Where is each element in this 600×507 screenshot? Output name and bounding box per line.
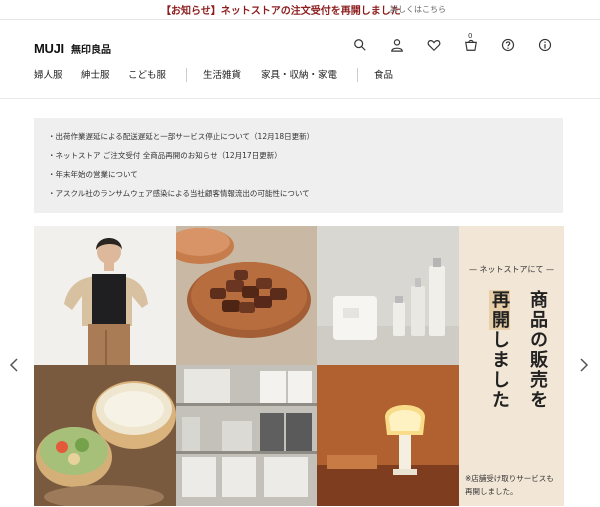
promo-text-part: 商品の [527, 290, 548, 350]
promo-headline: 商品の販売を 再開しました [475, 290, 551, 462]
hero-photo-apparel [34, 226, 176, 365]
nav-item-household[interactable]: 生活雑貨 [203, 67, 241, 81]
hero-photo-skincare [317, 226, 459, 365]
promo-panel[interactable]: — ネットストアにて — 商品の販売を 再開しました ※店舗受け取りサービスも再… [459, 226, 564, 506]
promo-headline-line1: 商品の販売を [523, 290, 551, 410]
promo-subtitle-text: ネットストアにて [479, 265, 544, 274]
heart-icon[interactable] [426, 37, 442, 53]
help-icon[interactable] [500, 37, 516, 53]
hero-photo-sweets [176, 226, 317, 365]
promo-text-part: しました [489, 330, 510, 410]
news-box: 出荷作業遅延による配送遅延と一部サービス停止について（12月18日更新） ネット… [34, 118, 563, 213]
nav-item-womens[interactable]: 婦人服 [34, 67, 63, 81]
nav-divider [186, 68, 187, 82]
notice-details-link[interactable]: 詳しくはこちら [390, 4, 446, 15]
site-header: MUJI 無印良品 0 婦人服 紳士服 こども服 生活雑貨 家具・収納・家電 食 [0, 21, 600, 99]
promo-note: ※店舗受け取りサービスも再開しました。 [465, 474, 554, 496]
hero-photo-storage [176, 365, 317, 506]
header-icons: 0 [0, 32, 600, 55]
nav-divider [357, 68, 358, 82]
notice-text[interactable]: 【お知らせ】ネットストアの注文受付を再開しました [161, 2, 401, 17]
promo-text-part: 販売を [527, 350, 548, 410]
news-item[interactable]: ネットストア ご注文受付 全商品再開のお知らせ（12月17日更新） [48, 146, 549, 165]
news-item[interactable]: 年末年始の営業について [48, 165, 549, 184]
nav-item-kids[interactable]: こども服 [128, 67, 166, 81]
notice-bar: 【お知らせ】ネットストアの注文受付を再開しました 詳しくはこちら [0, 0, 600, 20]
promo-highlight: 再開 [489, 290, 510, 330]
cart-count: 0 [468, 32, 473, 40]
news-item[interactable]: 出荷作業遅延による配送遅延と一部サービス停止について（12月18日更新） [48, 127, 549, 146]
search-icon[interactable] [352, 37, 368, 53]
promo-subtitle: — ネットストアにて — [468, 265, 555, 274]
hero-banner[interactable]: — ネットストアにて — 商品の販売を 再開しました ※店舗受け取りサービスも再… [34, 226, 564, 506]
news-item[interactable]: アスクル社のランサムウェア感染による当社顧客情報流出の可能性について [48, 184, 549, 203]
promo-headline-line2: 再開しました [485, 290, 513, 410]
cart-icon[interactable]: 0 [463, 32, 479, 53]
carousel-prev-icon[interactable] [8, 357, 20, 373]
nav-item-mens[interactable]: 紳士服 [81, 67, 110, 81]
info-icon[interactable] [537, 37, 553, 53]
user-icon[interactable] [389, 37, 405, 53]
carousel-next-icon[interactable] [578, 357, 590, 373]
hero-photo-lamp [317, 365, 459, 506]
nav-item-furniture[interactable]: 家具・収納・家電 [261, 67, 337, 81]
hero-photo-cookware [34, 365, 176, 506]
nav-item-food[interactable]: 食品 [374, 67, 393, 81]
